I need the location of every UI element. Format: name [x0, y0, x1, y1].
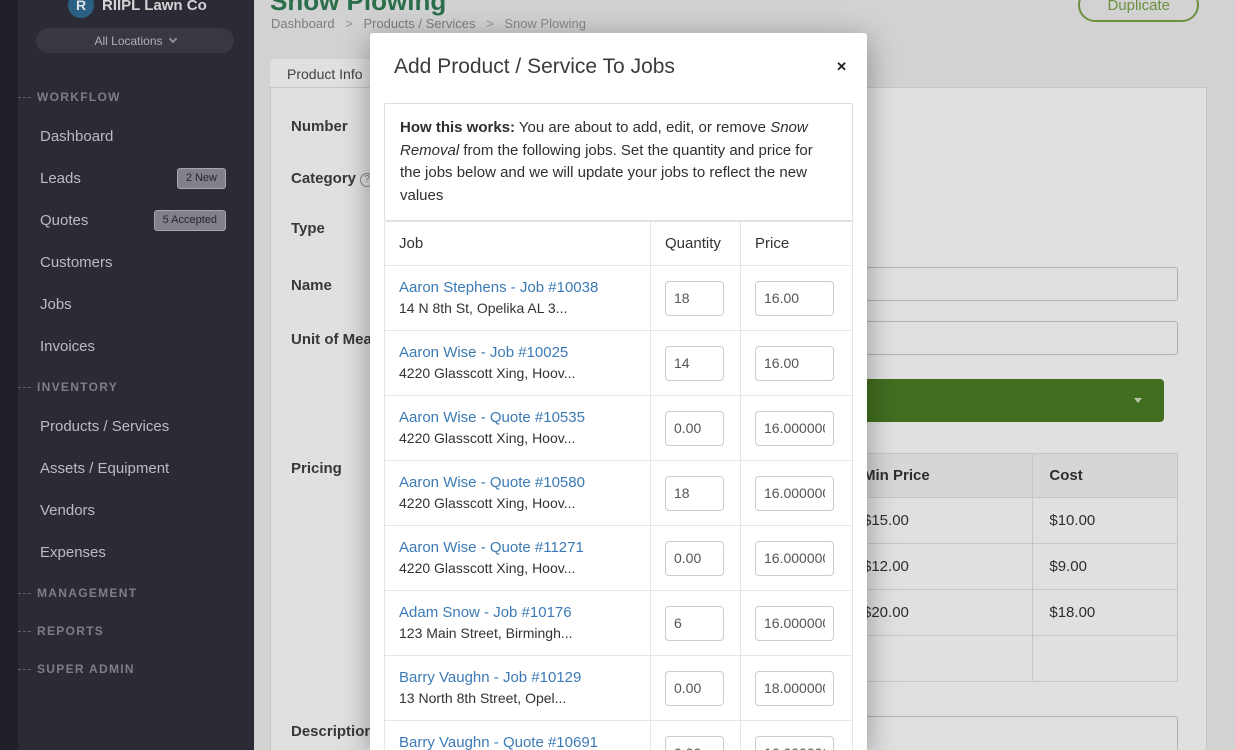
quantity-input[interactable] [665, 346, 724, 381]
job-address: 4220 Glasscott Xing, Hoov... [399, 365, 575, 381]
job-link[interactable]: Aaron Wise - Quote #10535 [399, 409, 636, 426]
quantity-column-header: Quantity [651, 222, 741, 266]
price-input[interactable] [755, 346, 834, 381]
job-row: Barry Vaughn - Quote #1069113 North 8th … [385, 721, 853, 750]
close-icon[interactable]: ✕ [836, 60, 847, 73]
price-input[interactable] [755, 281, 834, 316]
job-row: Adam Snow - Job #10176 123 Main Street, B… [385, 591, 853, 656]
job-address: 13 North 8th Street, Opel... [399, 690, 566, 706]
quantity-input[interactable] [665, 541, 724, 576]
job-row: Barry Vaughn - Job #10129 13 North 8th St… [385, 656, 853, 721]
add-product-to-jobs-modal: Add Product / Service To Jobs ✕ How this… [370, 33, 867, 750]
quantity-input[interactable] [665, 606, 724, 641]
job-address: 4220 Glasscott Xing, Hoov... [399, 495, 575, 511]
quantity-input[interactable] [665, 476, 724, 511]
job-link[interactable]: Aaron Wise - Quote #11271 [399, 539, 636, 556]
job-link[interactable]: Barry Vaughn - Job #10129 [399, 669, 636, 686]
price-input[interactable] [755, 736, 834, 750]
price-input[interactable] [755, 411, 834, 446]
price-input[interactable] [755, 606, 834, 641]
jobs-table: Job Quantity Price Aaron Stephens - Job … [384, 221, 853, 750]
price-input[interactable] [755, 671, 834, 706]
job-row: Aaron Wise - Quote #11271 4220 Glasscott … [385, 526, 853, 591]
quantity-input[interactable] [665, 411, 724, 446]
job-address: 4220 Glasscott Xing, Hoov... [399, 430, 575, 446]
job-link[interactable]: Aaron Stephens - Job #10038 [399, 279, 636, 296]
job-link[interactable]: Aaron Wise - Quote #10580 [399, 474, 636, 491]
quantity-input[interactable] [665, 671, 724, 706]
price-column-header: Price [741, 222, 853, 266]
quantity-input[interactable] [665, 281, 724, 316]
price-input[interactable] [755, 541, 834, 576]
job-link[interactable]: Aaron Wise - Job #10025 [399, 344, 636, 361]
job-address: 123 Main Street, Birmingh... [399, 625, 573, 641]
job-row: Aaron Wise - Job #10025 4220 Glasscott Xi… [385, 331, 853, 396]
job-column-header: Job [385, 222, 651, 266]
quantity-input[interactable] [665, 736, 724, 750]
job-link[interactable]: Adam Snow - Job #10176 [399, 604, 636, 621]
job-link[interactable]: Barry Vaughn - Quote #10691 [399, 734, 636, 750]
job-row: Aaron Wise - Quote #10580 4220 Glasscott … [385, 461, 853, 526]
job-address: 4220 Glasscott Xing, Hoov... [399, 560, 575, 576]
job-row: Aaron Stephens - Job #10038 14 N 8th St, … [385, 266, 853, 331]
how-this-works-note: How this works: You are about to add, ed… [384, 103, 853, 221]
job-row: Aaron Wise - Quote #10535 4220 Glasscott … [385, 396, 853, 461]
modal-title: Add Product / Service To Jobs [394, 55, 843, 79]
job-address: 14 N 8th St, Opelika AL 3... [399, 300, 567, 316]
price-input[interactable] [755, 476, 834, 511]
